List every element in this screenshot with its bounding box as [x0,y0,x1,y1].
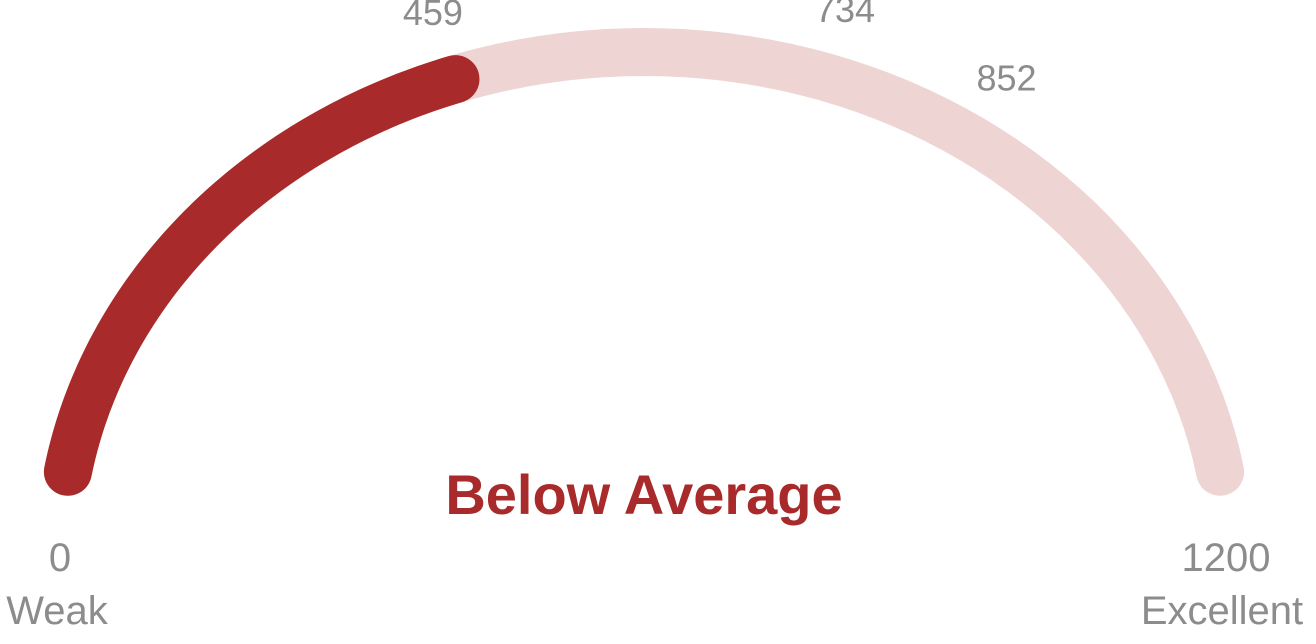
gauge-min-value: 0 [49,536,71,580]
gauge-max-value: 1200 [1182,536,1271,580]
gauge-tick-label: 852 [976,58,1036,99]
gauge-max-label: Excellent [1141,589,1303,633]
gauge-tick-label: 660 [705,0,765,8]
gauge-min-label: Weak [6,589,109,633]
gauge-track-arc [43,27,1245,496]
gauge-chart: 459 660 734 852 Below Average 0 Weak 1200 E… [6,0,1303,633]
gauge-value-arc [43,55,480,496]
gauge-tick-label: 734 [815,0,875,30]
gauge-tick-label: 459 [403,0,463,33]
gauge-status-label: Below Average [445,463,842,526]
